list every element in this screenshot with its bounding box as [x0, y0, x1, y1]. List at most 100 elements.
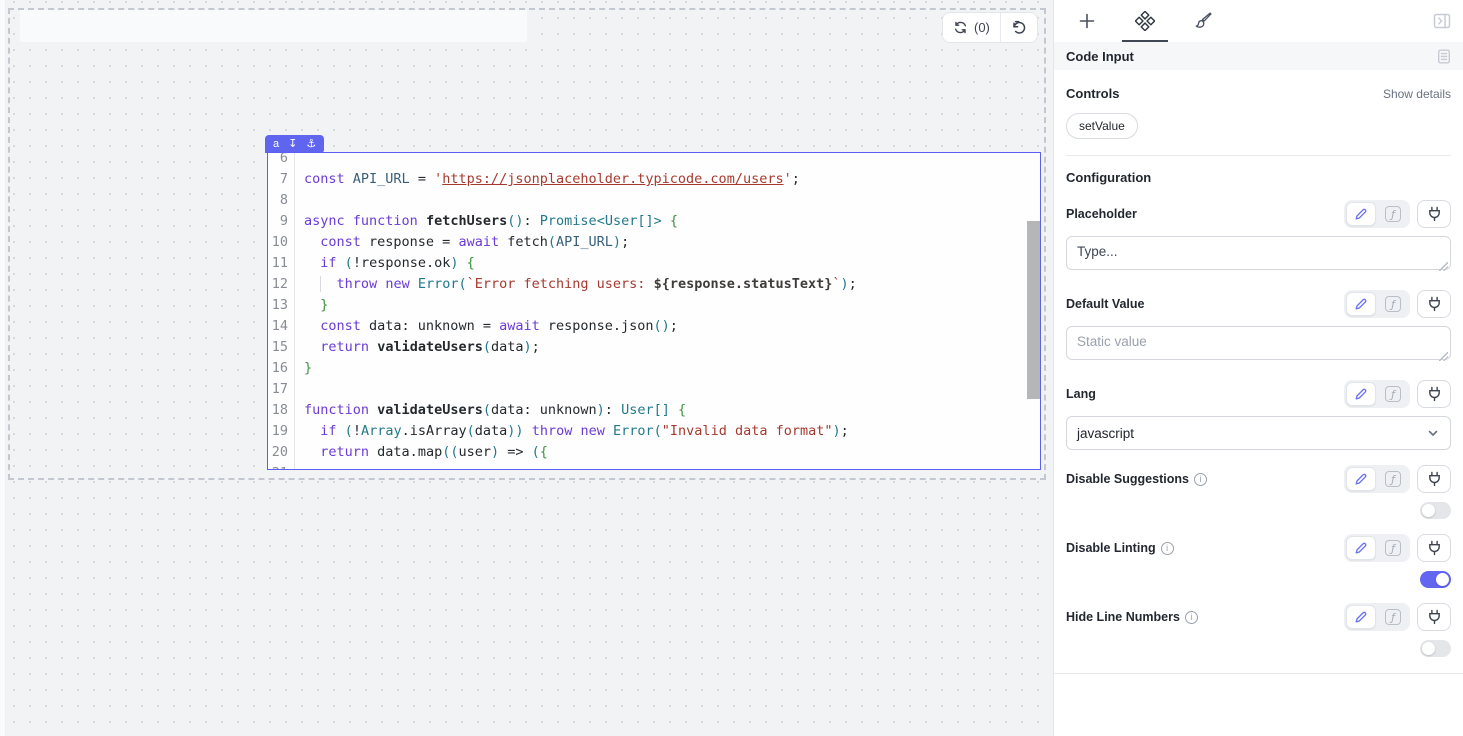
plug-icon[interactable] — [1417, 380, 1451, 408]
code-line: 14 const data: unknown = await response.… — [268, 316, 1040, 337]
anchor-icon[interactable]: ⚓ — [306, 139, 316, 150]
code-line: 11 if (!response.ok) { — [268, 253, 1040, 274]
code-line: 15 return validateUsers(data); — [268, 337, 1040, 358]
hide-line-numbers-toggle[interactable] — [1420, 640, 1451, 657]
arrow-down-to-line-icon[interactable]: ↧ — [288, 139, 297, 150]
plug-icon[interactable] — [1417, 290, 1451, 318]
refresh-button[interactable]: (0) — [943, 13, 1000, 42]
function-icon[interactable]: ƒ — [1378, 536, 1408, 560]
field-default-value: Default Value ƒ — [1066, 275, 1451, 365]
method-chip-setvalue[interactable]: setValue — [1066, 113, 1138, 139]
binding-mode-group: ƒ — [1344, 380, 1410, 408]
binding-mode-group: ƒ — [1344, 465, 1410, 493]
field-label: Default Value — [1066, 297, 1145, 311]
function-icon[interactable]: ƒ — [1378, 382, 1408, 406]
code-input-frame: 67const API_URL = 'https://jsonplacehold… — [267, 152, 1041, 470]
code-line: 19 if (!Array.isArray(data)) throw new E… — [268, 421, 1040, 442]
info-icon: i — [1161, 542, 1174, 555]
code-line: 12 throw new Error(`Error fetching users… — [268, 274, 1040, 295]
collapse-panel-icon — [1433, 13, 1451, 29]
binding-mode-group: ƒ — [1344, 200, 1410, 228]
plug-icon[interactable] — [1417, 603, 1451, 631]
panel-tabs — [1054, 0, 1463, 42]
resize-handle[interactable] — [1439, 352, 1448, 361]
divider — [1066, 155, 1451, 156]
binding-mode-group: ƒ — [1344, 534, 1410, 562]
code-line: 21 ... — [268, 463, 1040, 469]
empty-widget-placeholder[interactable] — [20, 10, 527, 42]
code-line: 17 — [268, 379, 1040, 400]
widget-badge-label: a — [273, 138, 279, 150]
lang-selected-value: javascript — [1077, 426, 1134, 441]
tab-components[interactable] — [1116, 0, 1174, 42]
resize-handle[interactable] — [1439, 262, 1448, 271]
editor-scrollbar-thumb[interactable] — [1027, 221, 1040, 399]
field-hide-line-numbers: Hide Line Numbers i ƒ — [1066, 588, 1451, 657]
plug-icon[interactable] — [1417, 534, 1451, 562]
code-line: 8 — [268, 190, 1040, 211]
field-label: Lang — [1066, 387, 1096, 401]
field-lang: Lang ƒ javascript — [1066, 365, 1451, 450]
info-icon: i — [1194, 473, 1207, 486]
default-value-input[interactable] — [1066, 326, 1451, 360]
collapse-panel-button[interactable] — [1425, 0, 1459, 42]
pencil-icon[interactable] — [1346, 292, 1376, 316]
plug-icon[interactable] — [1417, 465, 1451, 493]
show-details-link[interactable]: Show details — [1383, 87, 1451, 101]
controls-section: Controls Show details setValue — [1054, 70, 1463, 156]
code-line: 10 const response = await fetch(API_URL)… — [268, 232, 1040, 253]
disable-suggestions-toggle[interactable] — [1420, 502, 1451, 519]
field-label: Disable Linting — [1066, 541, 1156, 555]
code-line: 9async function fetchUsers(): Promise<Us… — [268, 211, 1040, 232]
code-line: 13 } — [268, 295, 1040, 316]
field-label: Hide Line Numbers — [1066, 610, 1180, 624]
pencil-icon[interactable] — [1346, 202, 1376, 226]
components-icon — [1135, 11, 1155, 31]
code-editor[interactable]: 67const API_URL = 'https://jsonplacehold… — [268, 153, 1040, 469]
pencil-icon[interactable] — [1346, 382, 1376, 406]
tab-styles[interactable] — [1174, 0, 1232, 42]
document-icon[interactable] — [1437, 49, 1451, 64]
history-icon — [1011, 20, 1027, 36]
lang-select[interactable]: javascript — [1066, 416, 1451, 450]
code-line: 20 return data.map((user) => ({ — [268, 442, 1040, 463]
field-label: Disable Suggestions — [1066, 472, 1189, 486]
app-window: (0) a ↧ ⚓ 67const AP — [0, 0, 1463, 736]
properties-panel: Code Input Controls Show details setValu… — [1053, 0, 1463, 736]
field-label: Placeholder — [1066, 207, 1137, 221]
canvas-toolbar: (0) — [942, 12, 1038, 43]
controls-title: Controls — [1066, 86, 1119, 101]
pencil-icon[interactable] — [1346, 467, 1376, 491]
code-lines: 67const API_URL = 'https://jsonplacehold… — [268, 153, 1040, 469]
code-input-widget[interactable]: a ↧ ⚓ 67const API_URL = 'https://jsonpla… — [267, 152, 1041, 470]
code-line: 16} — [268, 358, 1040, 379]
chevron-down-icon — [1426, 426, 1440, 440]
code-line: 18function validateUsers(data: unknown):… — [268, 400, 1040, 421]
function-icon[interactable]: ƒ — [1378, 202, 1408, 226]
function-icon[interactable]: ƒ — [1378, 292, 1408, 316]
pencil-icon[interactable] — [1346, 536, 1376, 560]
widget-badge[interactable]: a ↧ ⚓ — [265, 135, 324, 153]
divider — [1054, 673, 1463, 674]
pencil-icon[interactable] — [1346, 605, 1376, 629]
refresh-icon — [953, 20, 968, 35]
refresh-count: (0) — [974, 20, 990, 35]
configuration-title: Configuration — [1066, 170, 1451, 185]
field-disable-suggestions: Disable Suggestions i ƒ — [1066, 450, 1451, 519]
field-placeholder: Placeholder ƒ Type... — [1066, 185, 1451, 275]
tab-add[interactable] — [1058, 0, 1116, 42]
plug-icon[interactable] — [1417, 200, 1451, 228]
builder-canvas[interactable]: (0) a ↧ ⚓ 67const AP — [0, 0, 1053, 736]
info-icon: i — [1185, 611, 1198, 624]
plus-icon — [1078, 12, 1096, 30]
disable-linting-toggle[interactable] — [1420, 571, 1451, 588]
binding-mode-group: ƒ — [1344, 603, 1410, 631]
field-disable-linting: Disable Linting i ƒ — [1066, 519, 1451, 588]
code-line: 7const API_URL = 'https://jsonplaceholde… — [268, 169, 1040, 190]
history-button[interactable] — [1000, 13, 1037, 42]
left-edge-strip — [0, 0, 6, 736]
function-icon[interactable]: ƒ — [1378, 467, 1408, 491]
function-icon[interactable]: ƒ — [1378, 605, 1408, 629]
placeholder-input[interactable]: Type... — [1066, 236, 1451, 270]
binding-mode-group: ƒ — [1344, 290, 1410, 318]
